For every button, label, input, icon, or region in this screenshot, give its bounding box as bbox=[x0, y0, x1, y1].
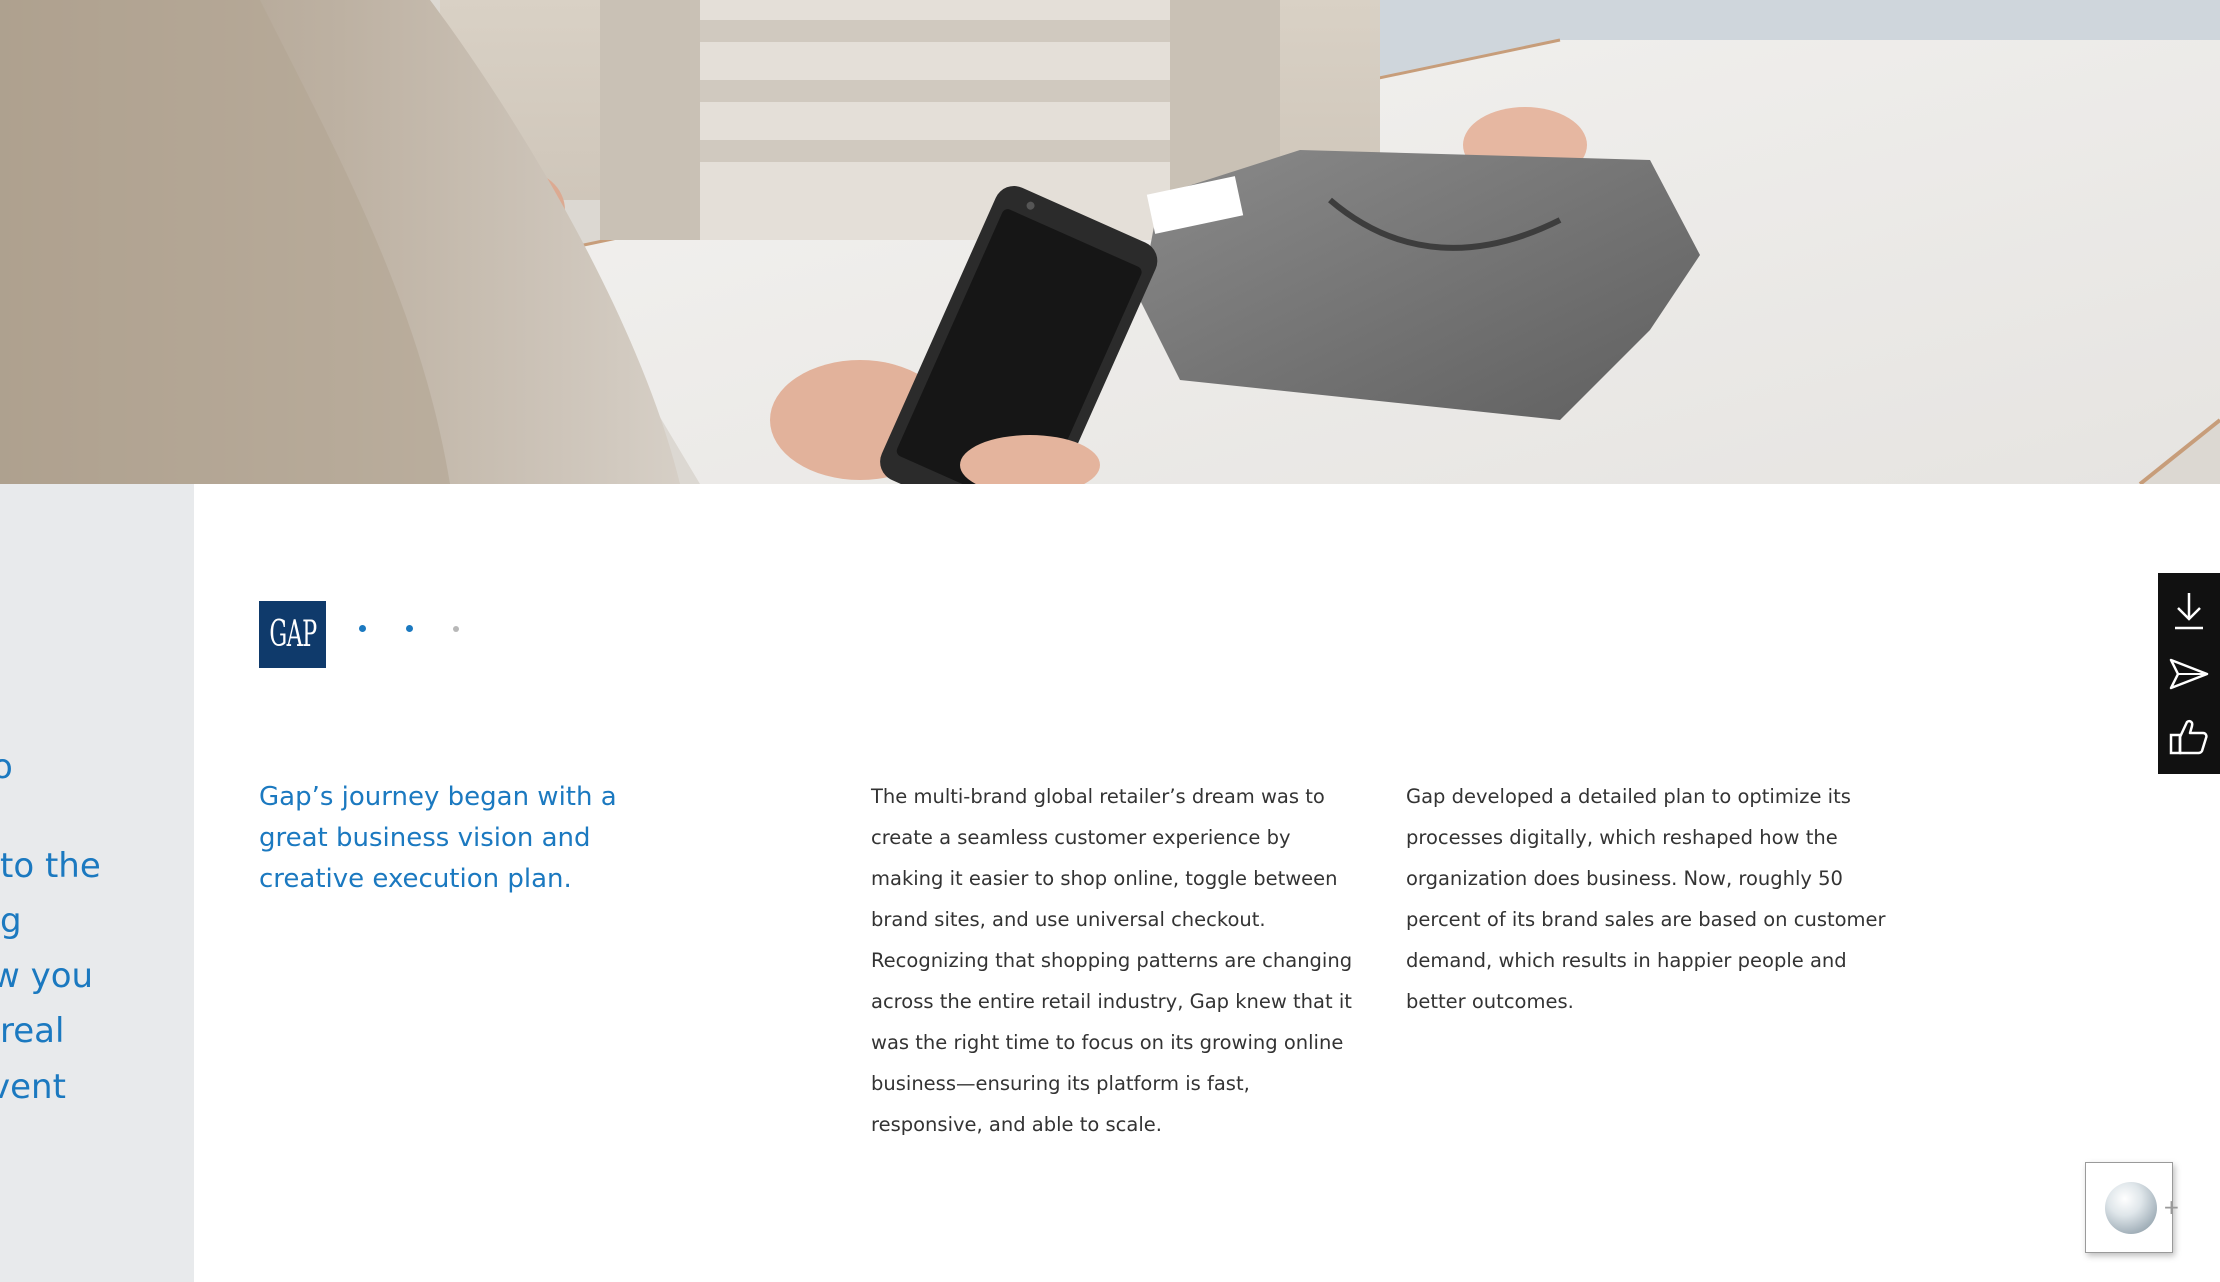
side-line: vent bbox=[0, 1067, 66, 1107]
hero-photo-illustration bbox=[0, 0, 2220, 484]
hero-image bbox=[0, 0, 2220, 484]
download-icon bbox=[2175, 592, 2203, 629]
assistant-orb-icon bbox=[2105, 1182, 2157, 1234]
side-line: w you bbox=[0, 956, 94, 996]
thumbs-up-icon bbox=[2169, 719, 2208, 754]
gap-logo-text: GAP bbox=[268, 614, 317, 655]
side-panel: o to the g w you real vent bbox=[0, 484, 194, 1282]
gap-logo: GAP bbox=[259, 601, 326, 668]
body-paragraph-2: Gap developed a detailed plan to optimiz… bbox=[1406, 785, 1886, 1013]
share-button[interactable] bbox=[2166, 651, 2212, 697]
send-icon bbox=[2169, 658, 2209, 689]
carousel-dot-1[interactable] bbox=[359, 625, 366, 632]
download-button[interactable] bbox=[2166, 588, 2212, 634]
chat-assistant-button[interactable]: + bbox=[2085, 1162, 2180, 1253]
expand-plus-icon: + bbox=[2163, 1195, 2180, 1219]
side-line: real bbox=[0, 1011, 65, 1051]
body-paragraph-1: The multi-brand global retailer’s dream … bbox=[871, 785, 1353, 1136]
carousel-dot-2[interactable] bbox=[406, 625, 413, 632]
carousel-dot-3[interactable] bbox=[453, 626, 459, 632]
side-line: g bbox=[0, 901, 22, 941]
like-button[interactable] bbox=[2166, 714, 2212, 760]
side-line: o bbox=[0, 747, 13, 787]
share-rail bbox=[2158, 573, 2220, 774]
side-line: to the bbox=[0, 846, 101, 886]
lead-statement: Gap’s journey began with a great busines… bbox=[259, 782, 617, 894]
